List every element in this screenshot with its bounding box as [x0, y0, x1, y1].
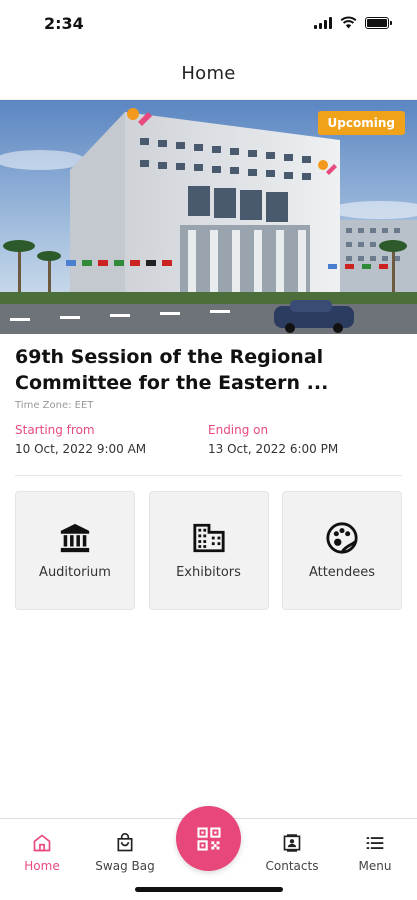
- status-time: 2:34: [44, 14, 84, 33]
- nav-menu-label: Menu: [358, 859, 392, 873]
- menu-list-icon: [366, 837, 384, 849]
- nav-contacts-label: Contacts: [265, 859, 319, 873]
- bank-icon: [60, 523, 90, 553]
- building-illustration: [0, 100, 417, 334]
- shopping-bag-icon: [117, 833, 133, 852]
- end-date: Ending on 13 Oct, 2022 6:00 PM: [208, 423, 401, 456]
- building-icon: [192, 523, 225, 553]
- home-indicator: [135, 887, 283, 892]
- timezone-label: Time Zone: EET: [15, 400, 94, 411]
- battery-icon: [365, 16, 392, 29]
- start-date: Starting from 10 Oct, 2022 9:00 AM: [15, 423, 208, 456]
- event-info: 69th Session of the Regional Committee f…: [15, 344, 405, 456]
- exhibitors-tile[interactable]: Exhibitors: [148, 491, 269, 610]
- contact-card-icon: [283, 834, 301, 852]
- event-title-line-1: 69th Session of the Regional: [15, 346, 324, 368]
- feature-tiles: Auditorium Exhibitors Attendees: [15, 491, 402, 610]
- page-title: Home: [181, 63, 236, 84]
- nav-menu[interactable]: Menu: [340, 833, 410, 873]
- end-date-value: 13 Oct, 2022 6:00 PM: [208, 442, 339, 456]
- nav-contacts[interactable]: Contacts: [257, 833, 327, 873]
- nav-home-label: Home: [24, 859, 60, 873]
- event-dates: Starting from 10 Oct, 2022 9:00 AM Endin…: [15, 423, 405, 456]
- event-title-line-2: Committee for the Eastern ...: [15, 372, 329, 394]
- palette-icon: [326, 522, 358, 554]
- start-date-value: 10 Oct, 2022 9:00 AM: [15, 442, 147, 456]
- status-bar: 2:34: [0, 0, 417, 48]
- attendees-label: Attendees: [308, 565, 376, 580]
- app-header: Home: [0, 48, 417, 100]
- qr-scan-button[interactable]: [176, 806, 241, 871]
- auditorium-tile[interactable]: Auditorium: [15, 491, 135, 610]
- end-date-label: Ending on: [208, 423, 269, 437]
- event-title[interactable]: 69th Session of the Regional Committee f…: [15, 344, 405, 396]
- status-icons: [314, 16, 392, 29]
- nav-swag-bag[interactable]: Swag Bag: [90, 833, 160, 873]
- auditorium-label: Auditorium: [39, 565, 111, 580]
- event-banner-image: Upcoming: [0, 100, 417, 334]
- attendees-tile[interactable]: Attendees: [282, 491, 402, 610]
- start-date-label: Starting from: [15, 423, 95, 437]
- signal-icon: [314, 16, 332, 29]
- wifi-icon: [340, 16, 357, 29]
- nav-home[interactable]: Home: [7, 833, 77, 873]
- status-badge: Upcoming: [317, 111, 405, 135]
- divider: [15, 475, 402, 476]
- home-icon: [33, 834, 51, 852]
- nav-swag-bag-label: Swag Bag: [95, 859, 155, 873]
- qr-code-icon: [196, 826, 221, 851]
- exhibitors-label: Exhibitors: [176, 565, 241, 580]
